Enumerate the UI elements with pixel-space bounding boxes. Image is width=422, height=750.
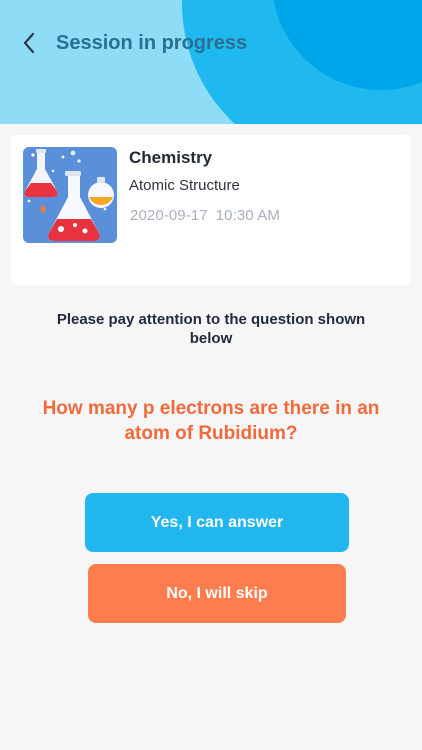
subject-title: Chemistry <box>129 148 213 167</box>
chemistry-thumbnail <box>23 147 117 243</box>
chemistry-flasks-illustration <box>23 147 117 243</box>
page-title: Session in progress <box>56 32 248 54</box>
session-card: Chemistry Atomic Structure 2020-09-17 10:… <box>11 135 411 285</box>
question-text: How many p electrons are there in an ato… <box>42 398 380 444</box>
chevron-left-icon <box>23 32 35 54</box>
session-time: 10:30 AM <box>215 207 280 224</box>
session-date: 2020-09-17 <box>130 207 208 224</box>
topic-label: Atomic Structure <box>129 177 240 194</box>
answer-button[interactable]: Yes, I can answer <box>85 493 349 552</box>
header: Session in progress <box>0 0 422 124</box>
skip-button[interactable]: No, I will skip <box>88 564 346 623</box>
back-button[interactable] <box>12 26 46 60</box>
session-datetime: 2020-09-17 10:30 AM <box>130 207 280 224</box>
instruction-text: Please pay attention to the question sho… <box>56 311 366 347</box>
